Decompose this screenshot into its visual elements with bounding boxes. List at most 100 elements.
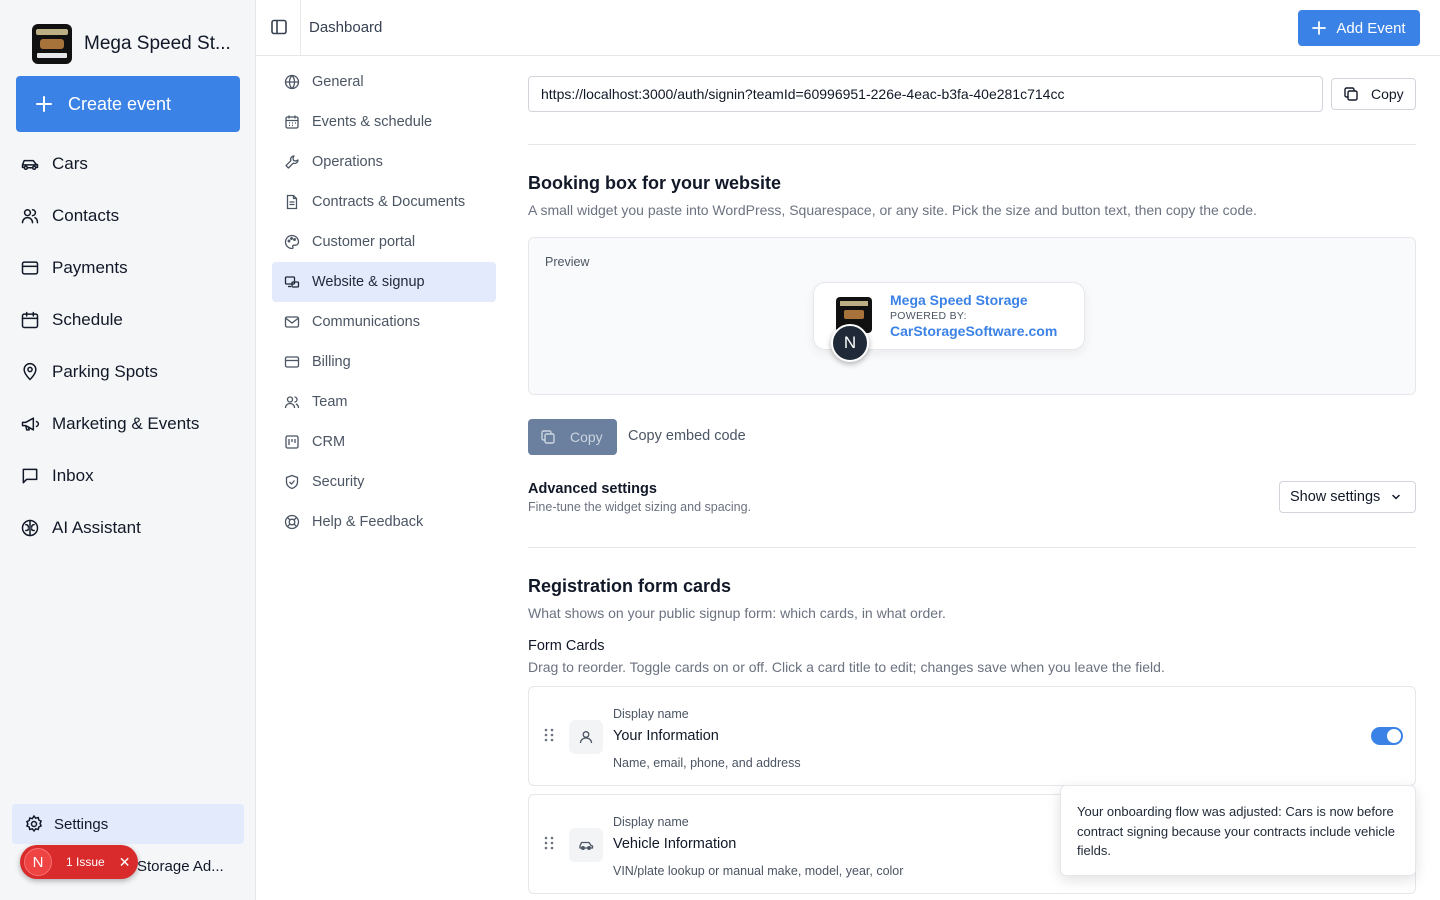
plus-icon [36,96,52,112]
megaphone-icon [21,417,40,431]
subnav-item-customer-portal[interactable]: Customer portal [272,222,496,262]
nav-label: Parking Spots [52,362,158,381]
subnav-item-crm[interactable]: CRM [272,422,496,462]
subnav-item-help-feedback[interactable]: Help & Feedback [272,502,496,542]
breadcrumb[interactable]: Dashboard [309,19,382,36]
issue-badge[interactable]: N 1 Issue ✕ [20,845,138,879]
nav-label: Cars [52,154,88,173]
copy-label: Copy [570,429,603,445]
mail-icon [284,316,300,328]
show-settings-button[interactable]: Show settings [1279,481,1416,513]
subnav-label: General [312,74,364,90]
brain-icon [21,519,39,537]
nav-item-inbox[interactable]: Inbox [16,450,240,502]
account-name[interactable]: Storage Ad... [137,858,224,875]
card-display-name-label: Display name [613,815,689,829]
subnav-label: Billing [312,354,351,370]
subnav-item-general[interactable]: General [272,62,496,102]
brand-name: Mega Speed St... [84,33,231,54]
close-icon[interactable]: ✕ [119,854,131,871]
settings-label: Settings [54,815,109,833]
subnav-item-team[interactable]: Team [272,382,496,422]
subnav-item-security[interactable]: Security [272,462,496,502]
widget-site-link[interactable]: CarStorageSoftware.com [890,323,1057,339]
users-icon [21,209,39,224]
credit-card-icon [284,356,300,368]
widget-title: Mega Speed Storage [890,292,1028,308]
nav-item-schedule[interactable]: Schedule [16,294,240,346]
card-enabled-toggle[interactable] [1371,727,1403,745]
copy-icon [1344,87,1358,101]
subnav-item-contracts-documents[interactable]: Contracts & Documents [272,182,496,222]
toast-message: Your onboarding flow was adjusted: Cars … [1077,804,1395,858]
subnav-item-website-signup[interactable]: Website & signup [272,262,496,302]
create-event-button[interactable]: Create event [16,76,240,132]
subnav-item-billing[interactable]: Billing [272,342,496,382]
divider [300,0,301,56]
users-icon [284,396,300,409]
nav-item-settings[interactable]: Settings [12,804,244,844]
card-title[interactable]: Vehicle Information [613,836,736,852]
add-event-button[interactable]: Add Event [1298,10,1420,46]
brand-logo [32,24,72,64]
car-icon [21,159,39,170]
signin-url-field[interactable] [528,76,1323,112]
booking-widget[interactable]: N Mega Speed Storage POWERED BY: CarStor… [813,282,1085,362]
nav-label: Schedule [52,310,123,329]
sidebar-toggle-icon[interactable] [270,18,288,36]
subnav-item-events-schedule[interactable]: Events & schedule [272,102,496,142]
form-cards-label: Form Cards [528,638,605,654]
card-description: VIN/plate lookup or manual make, model, … [613,864,904,878]
registration-title: Registration form cards [528,576,732,596]
link-icon [284,276,300,288]
preview-label: Preview [545,255,590,269]
show-settings-label: Show settings [1290,489,1381,505]
nav-item-parking-spots[interactable]: Parking Spots [16,346,240,398]
subnav-label: Events & schedule [312,114,433,130]
card-display-name-label: Display name [613,707,689,721]
subnav-label: Website & signup [312,274,425,290]
user-icon [579,731,593,744]
gear-icon [25,814,43,833]
calendar-icon [285,115,299,129]
wrench-icon [285,155,299,169]
subnav-label: Customer portal [312,234,416,250]
subnav-label: Security [312,474,365,490]
copy-embed-button[interactable]: Copy [528,419,617,455]
nav-label: Payments [52,258,128,277]
registration-description: What shows on your public signup form: w… [528,605,946,621]
card-icon-box [569,720,603,754]
nav-item-marketing-events[interactable]: Marketing & Events [16,398,240,450]
form-card: Display name Your Information Name, emai… [528,686,1416,786]
drag-handle-icon[interactable] [543,727,555,743]
chevron-down-icon [1392,494,1401,500]
subnav-label: Help & Feedback [312,514,424,530]
copy-embed-label: Copy embed code [628,428,746,444]
advanced-settings-description: Fine-tune the widget sizing and spacing. [528,500,752,514]
subnav-label: Communications [312,314,420,330]
nav-item-cars[interactable]: Cars [16,138,240,190]
car-icon [579,841,594,850]
subnav-label: Operations [312,154,383,170]
palette-icon [284,234,300,250]
brand[interactable]: Mega Speed St... [32,24,231,64]
copy-label: Copy [1371,86,1404,102]
card-title[interactable]: Your Information [613,728,719,744]
nav-item-contacts[interactable]: Contacts [16,190,240,242]
advanced-settings-title: Advanced settings [528,481,657,497]
copy-icon [541,430,555,444]
card-description: Name, email, phone, and address [613,756,801,770]
subnav-item-communications[interactable]: Communications [272,302,496,342]
issue-avatar: N [24,848,52,876]
copy-url-button[interactable]: Copy [1331,78,1416,110]
nav-item-payments[interactable]: Payments [16,242,240,294]
subnav-item-operations[interactable]: Operations [272,142,496,182]
crm-icon [285,435,299,449]
issue-label: 1 Issue [66,855,105,869]
drag-handle-icon[interactable] [543,835,555,851]
main-nav: Cars Contacts Payments Schedule Parking … [16,138,240,554]
booking-box-description: A small widget you paste into WordPress,… [528,202,1257,218]
notification-toast: Your onboarding flow was adjusted: Cars … [1060,785,1416,876]
nav-item-ai-assistant[interactable]: AI Assistant [16,502,240,554]
plus-icon [1312,21,1327,35]
